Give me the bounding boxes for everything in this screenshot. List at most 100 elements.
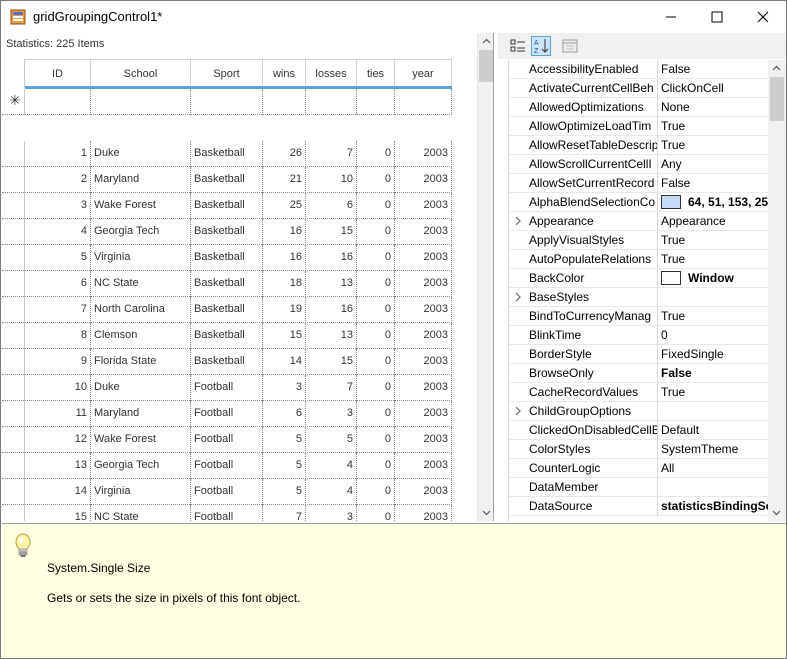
grid-grouping-control[interactable]: Statistics: 225 Items ID School Sport wins l… — [2, 33, 494, 521]
cell-id[interactable]: 10 — [25, 375, 91, 401]
cell-school[interactable]: Virginia — [91, 479, 191, 505]
new-record-row[interactable]: ✳ — [2, 89, 452, 115]
table-row[interactable]: 8 Clemson Basketball 15 13 0 2003 — [2, 323, 452, 349]
cell-ties[interactable]: 0 — [357, 453, 395, 479]
table-row[interactable]: 1 Duke Basketball 26 7 0 2003 — [2, 141, 452, 167]
property-column-separator[interactable] — [657, 307, 658, 326]
table-row[interactable]: 3 Wake Forest Basketball 25 6 0 2003 — [2, 193, 452, 219]
property-column-separator[interactable] — [657, 60, 658, 79]
cell-wins[interactable]: 3 — [263, 375, 306, 401]
cell-id[interactable]: 14 — [25, 479, 91, 505]
property-value[interactable]: 0 — [661, 326, 768, 345]
cell-id[interactable]: 12 — [25, 427, 91, 453]
cell-id[interactable]: 6 — [25, 271, 91, 297]
cell-year[interactable]: 2003 — [395, 479, 452, 505]
property-column-separator[interactable] — [657, 193, 658, 212]
property-value[interactable]: All — [661, 459, 768, 478]
property-value[interactable]: True — [661, 250, 768, 269]
cell-wins[interactable]: 15 — [263, 323, 306, 349]
cell-id[interactable]: 3 — [25, 193, 91, 219]
cell-wins[interactable]: 16 — [263, 219, 306, 245]
cell-losses[interactable]: 3 — [306, 401, 357, 427]
cell-school[interactable]: Duke — [91, 375, 191, 401]
property-column-separator[interactable] — [657, 478, 658, 497]
property-column-separator[interactable] — [657, 117, 658, 136]
property-row[interactable]: AllowResetTableDescrip True — [509, 136, 768, 155]
property-vertical-scrollbar[interactable] — [768, 60, 786, 521]
row-header[interactable] — [2, 245, 25, 271]
property-value[interactable]: True — [661, 383, 768, 402]
column-header-year[interactable]: year — [395, 59, 452, 88]
row-header[interactable] — [2, 219, 25, 245]
cell-school[interactable]: Clemson — [91, 323, 191, 349]
column-header-sport[interactable]: Sport — [191, 59, 263, 88]
alphabetical-button[interactable]: A Z — [531, 36, 551, 56]
scroll-down-arrow-icon[interactable] — [482, 508, 491, 517]
property-value[interactable]: Default — [661, 421, 768, 440]
cell-sport[interactable]: Basketball — [191, 219, 263, 245]
property-value[interactable]: None — [661, 98, 768, 117]
cell-year[interactable]: 2003 — [395, 453, 452, 479]
cell-losses[interactable]: 13 — [306, 323, 357, 349]
cell-losses[interactable]: 10 — [306, 167, 357, 193]
cell-wins[interactable]: 6 — [263, 401, 306, 427]
property-row[interactable]: ColorStyles SystemTheme — [509, 440, 768, 459]
expand-chevron-icon[interactable] — [514, 406, 522, 416]
cell-sport[interactable]: Basketball — [191, 349, 263, 375]
expand-chevron-icon[interactable] — [514, 292, 522, 302]
cell-wins[interactable]: 14 — [263, 349, 306, 375]
cell-sport[interactable]: Football — [191, 401, 263, 427]
cell-year[interactable]: 2003 — [395, 245, 452, 271]
grid-vertical-scrollbar[interactable] — [477, 33, 493, 521]
property-value[interactable]: False — [661, 60, 768, 79]
property-column-separator[interactable] — [657, 155, 658, 174]
property-row[interactable]: ClickedOnDisabledCellE Default — [509, 421, 768, 440]
cell-sport[interactable]: Football — [191, 505, 263, 521]
property-row[interactable]: BlinkTime 0 — [509, 326, 768, 345]
new-row-cell-wins[interactable] — [263, 89, 306, 115]
cell-year[interactable]: 2003 — [395, 401, 452, 427]
property-value[interactable] — [661, 288, 768, 307]
row-header[interactable] — [2, 271, 25, 297]
categorized-button[interactable] — [508, 36, 528, 56]
property-row[interactable]: ChildGroupOptions — [509, 402, 768, 421]
cell-ties[interactable]: 0 — [357, 427, 395, 453]
cell-school[interactable]: NC State — [91, 271, 191, 297]
property-value[interactable]: False — [661, 364, 768, 383]
cell-id[interactable]: 4 — [25, 219, 91, 245]
row-header[interactable] — [2, 167, 25, 193]
prop-scroll-down-arrow-icon[interactable] — [772, 508, 781, 517]
column-header-school[interactable]: School — [91, 59, 191, 88]
property-pages-button[interactable] — [560, 36, 580, 56]
property-value[interactable]: True — [661, 117, 768, 136]
property-row[interactable]: AutoPopulateRelations True — [509, 250, 768, 269]
cell-sport[interactable]: Football — [191, 427, 263, 453]
property-value[interactable] — [661, 478, 768, 497]
cell-sport[interactable]: Basketball — [191, 141, 263, 167]
cell-ties[interactable]: 0 — [357, 297, 395, 323]
cell-id[interactable]: 8 — [25, 323, 91, 349]
table-row[interactable]: 11 Maryland Football 6 3 0 2003 — [2, 401, 452, 427]
table-row[interactable]: 14 Virginia Football 5 4 0 2003 — [2, 479, 452, 505]
property-row[interactable]: BrowseOnly False — [509, 364, 768, 383]
cell-ties[interactable]: 0 — [357, 323, 395, 349]
cell-school[interactable]: Virginia — [91, 245, 191, 271]
cell-ties[interactable]: 0 — [357, 219, 395, 245]
new-row-cell-sport[interactable] — [191, 89, 263, 115]
scroll-up-arrow-icon[interactable] — [482, 37, 491, 46]
table-row[interactable]: 7 North Carolina Basketball 19 16 0 2003 — [2, 297, 452, 323]
property-row[interactable]: AllowScrollCurrentCellI Any — [509, 155, 768, 174]
cell-id[interactable]: 5 — [25, 245, 91, 271]
new-row-cell-school[interactable] — [91, 89, 191, 115]
property-row[interactable]: DataMember — [509, 478, 768, 497]
property-value[interactable]: FixedSingle — [661, 345, 768, 364]
property-column-separator[interactable] — [657, 250, 658, 269]
property-column-separator[interactable] — [657, 402, 658, 421]
property-row[interactable]: BaseStyles — [509, 288, 768, 307]
cell-losses[interactable]: 4 — [306, 453, 357, 479]
cell-wins[interactable]: 5 — [263, 453, 306, 479]
cell-school[interactable]: Maryland — [91, 167, 191, 193]
column-header-wins[interactable]: wins — [263, 59, 306, 88]
property-column-separator[interactable] — [657, 79, 658, 98]
property-row[interactable]: DataSource statisticsBindingSou — [509, 497, 768, 516]
